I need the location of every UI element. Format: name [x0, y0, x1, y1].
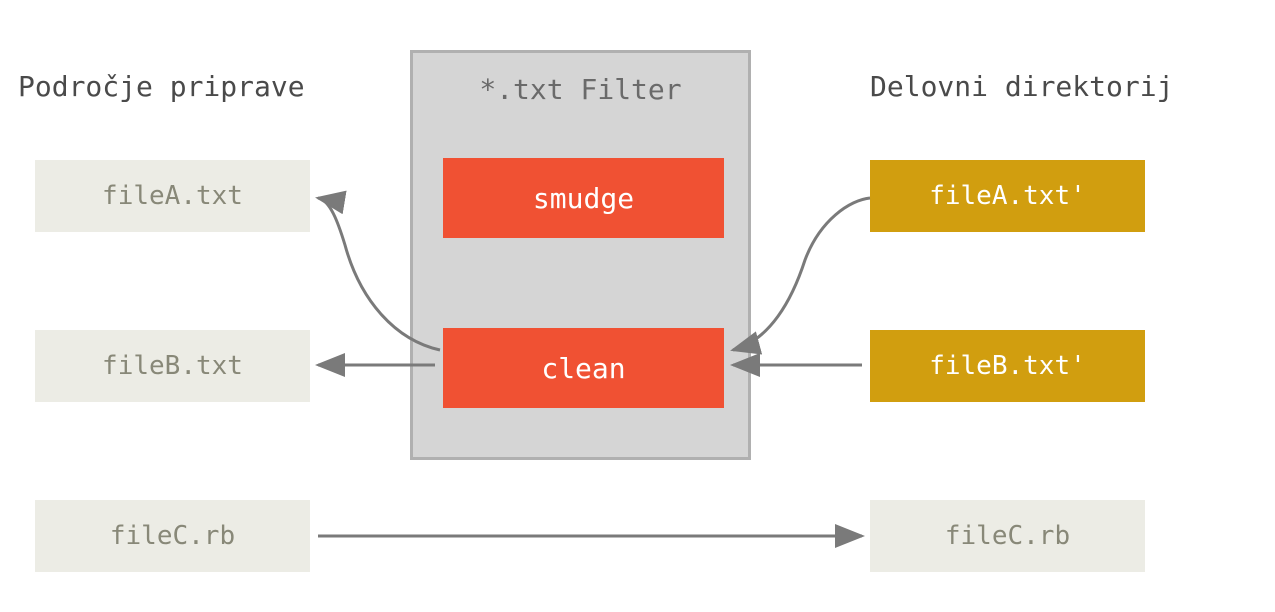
filter-container: *.txt Filter smudge clean — [410, 50, 751, 460]
filter-title: *.txt Filter — [413, 73, 748, 106]
left-file-c: fileC.rb — [35, 500, 310, 572]
right-file-c: fileC.rb — [870, 500, 1145, 572]
left-file-a: fileA.txt — [35, 160, 310, 232]
clean-filter-box: clean — [443, 328, 724, 408]
right-file-b: fileB.txt' — [870, 330, 1145, 402]
left-file-b: fileB.txt — [35, 330, 310, 402]
right-file-a: fileA.txt' — [870, 160, 1145, 232]
header-left: Področje priprave — [18, 70, 305, 103]
arrow-fileA-right-to-clean — [733, 198, 870, 350]
smudge-filter-box: smudge — [443, 158, 724, 238]
header-right: Delovni direktorij — [870, 70, 1173, 103]
